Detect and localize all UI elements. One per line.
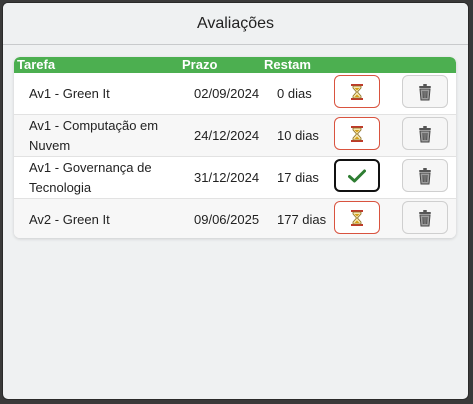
due-date: 31/12/2024: [194, 169, 260, 185]
header-due: Prazo: [182, 57, 218, 72]
days-remaining: 177 dias: [277, 211, 327, 227]
status-button[interactable]: [334, 75, 380, 108]
window-title: Avaliações: [196, 14, 275, 32]
hourglass-icon: [350, 125, 364, 143]
delete-button[interactable]: [402, 159, 448, 192]
table-body: Av1 - Green It 02/09/2024 0 dias Av1 - C…: [14, 73, 456, 238]
hourglass-icon: [350, 83, 364, 101]
delete-button[interactable]: [402, 75, 448, 108]
trash-icon: [417, 167, 433, 185]
status-button[interactable]: [334, 117, 380, 150]
hourglass-icon: [350, 209, 364, 227]
header-task: Tarefa: [17, 57, 56, 72]
delete-button[interactable]: [402, 201, 448, 234]
trash-icon: [417, 83, 433, 101]
table-row: Av1 - Computação em Nuvem 24/12/2024 10 …: [14, 115, 456, 157]
table-row: Av1 - Governança de Tecnologia 31/12/202…: [14, 157, 456, 199]
checkmark-icon: [348, 169, 366, 183]
assessments-table: Tarefa Prazo Restam Av1 - Green It 02/09…: [14, 57, 456, 238]
status-button[interactable]: [334, 159, 380, 192]
task-name: Av1 - Computação em Nuvem: [29, 117, 159, 153]
due-date: 09/06/2025: [194, 211, 260, 227]
days-remaining: 10 dias: [277, 127, 319, 143]
table-row: Av2 - Green It 09/06/2025 177 dias: [14, 199, 456, 238]
due-date: 24/12/2024: [194, 127, 260, 143]
task-name: Av1 - Governança de Tecnologia: [29, 159, 152, 195]
trash-icon: [417, 209, 433, 227]
title-bar: Avaliações: [3, 3, 468, 45]
status-button[interactable]: [334, 201, 380, 234]
app-window: Avaliações Tarefa Prazo Restam Av1 - Gre…: [2, 2, 469, 400]
table-row: Av1 - Green It 02/09/2024 0 dias: [14, 73, 456, 115]
trash-icon: [417, 125, 433, 143]
header-remaining: Restam: [264, 57, 311, 72]
task-name: Av2 - Green It: [29, 211, 110, 227]
days-remaining: 0 dias: [277, 85, 312, 101]
days-remaining: 17 dias: [277, 169, 319, 185]
due-date: 02/09/2024: [194, 85, 260, 101]
delete-button[interactable]: [402, 117, 448, 150]
task-name: Av1 - Green It: [29, 85, 110, 101]
table-header: Tarefa Prazo Restam: [14, 57, 456, 73]
